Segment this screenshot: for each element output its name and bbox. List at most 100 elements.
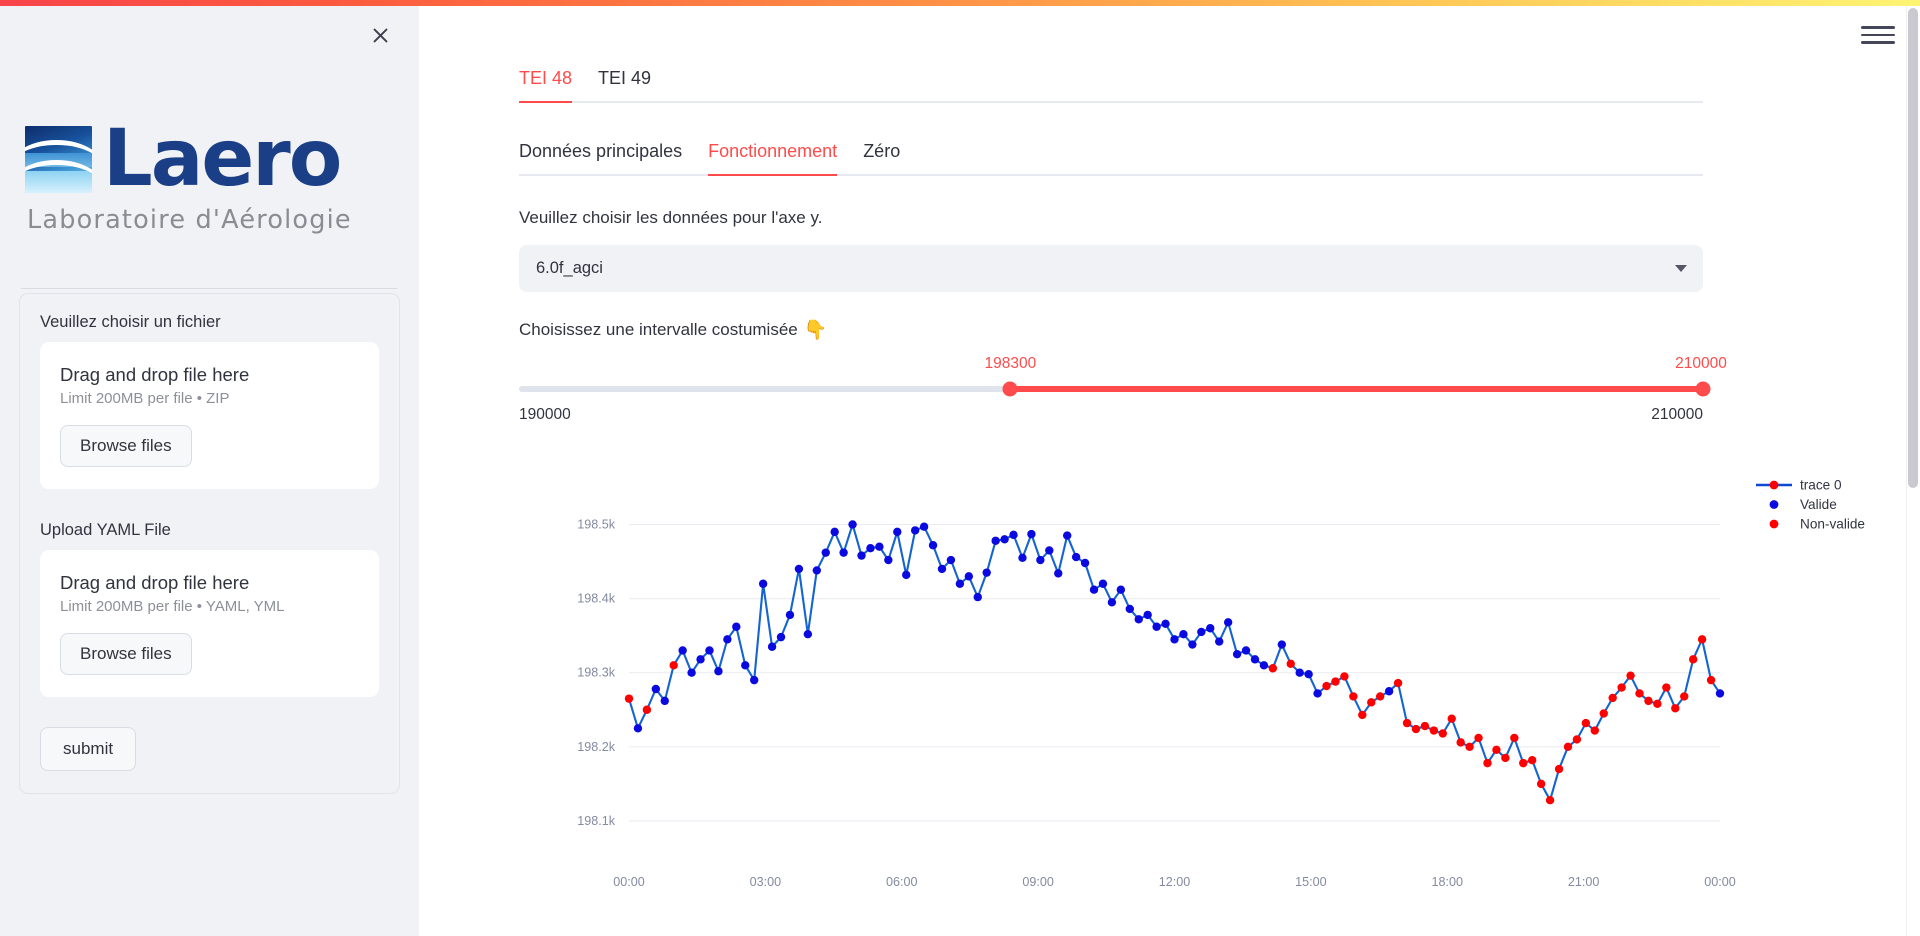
chart-point-valide[interactable] [1170,635,1179,644]
chart-point-valide[interactable] [946,555,956,565]
chart-point-valide[interactable] [1188,640,1197,649]
section-tab-0[interactable]: Données principales [519,141,682,174]
chart-point-non-valide[interactable] [1340,672,1349,681]
chart-point-valide[interactable] [714,667,723,676]
chart-point-valide[interactable] [910,526,920,535]
zip-dropzone[interactable]: Drag and drop file here Limit 200MB per … [40,342,379,489]
chart-point-valide[interactable] [830,527,839,537]
chart-point-valide[interactable] [1134,615,1143,624]
chart-point-valide[interactable] [732,622,741,631]
chart-point-non-valide[interactable] [1367,698,1376,707]
chart-point-non-valide[interactable] [1501,753,1510,763]
chart-point-valide[interactable] [1215,637,1224,646]
chart-point-valide[interactable] [687,668,696,677]
chart-point-valide[interactable] [696,655,705,664]
chart-point-valide[interactable] [633,724,643,733]
chart-point-non-valide[interactable] [1706,675,1716,685]
chart-point-valide[interactable] [785,610,795,620]
chart-point-non-valide[interactable] [1554,764,1564,774]
page-scrollbar-thumb[interactable] [1908,8,1918,488]
chart-point-valide[interactable] [955,579,965,588]
chart-point-non-valide[interactable] [1465,742,1474,752]
chart-point-valide[interactable] [937,564,947,574]
chart-point-non-valide[interactable] [1644,696,1653,706]
chart-point-valide[interactable] [723,635,732,644]
chart-point-non-valide[interactable] [1688,655,1698,664]
chart-point-valide[interactable] [1304,669,1313,679]
chart-point-non-valide[interactable] [1697,635,1707,644]
interval-range-slider[interactable]: 198300 210000 190000 210000 [519,355,1727,426]
chart-point-non-valide[interactable] [1411,724,1421,734]
chart-point-valide[interactable] [973,592,982,602]
chart-point-valide[interactable] [1018,553,1027,563]
chart-point-valide[interactable] [893,527,902,537]
hamburger-menu-icon[interactable] [1861,20,1895,50]
chart-point-non-valide[interactable] [1438,729,1447,738]
instrument-tab-0[interactable]: TEI 48 [519,68,572,101]
section-tab-2[interactable]: Zéro [863,141,900,174]
chart-point-valide[interactable] [1080,558,1090,568]
chart-point-valide[interactable] [1384,687,1394,696]
chart-point-valide[interactable] [1000,535,1009,544]
chart-point-valide[interactable] [928,541,938,550]
legend-label[interactable]: trace 0 [1800,478,1842,493]
chart-point-non-valide[interactable] [1331,677,1340,686]
chart-point-valide[interactable] [758,579,768,588]
chart-point-non-valide[interactable] [1572,735,1582,744]
chart-point-valide[interactable] [1206,624,1215,633]
submit-button[interactable]: submit [40,727,137,771]
chart-point-valide[interactable] [866,543,875,553]
chart-point-non-valide[interactable] [1286,659,1295,669]
chart-point-valide[interactable] [812,566,821,575]
chart-point-valide[interactable] [1116,585,1126,594]
chart-point-non-valide[interactable] [1375,692,1385,701]
chart-point-non-valide[interactable] [1662,683,1671,692]
chart-point-non-valide[interactable] [1519,758,1528,768]
chart-point-valide[interactable] [1027,529,1036,539]
chart-point-valide[interactable] [1715,689,1725,698]
zip-browse-files-button[interactable]: Browse files [60,425,192,467]
chart-point-non-valide[interactable] [1393,678,1403,688]
chart-point-non-valide[interactable] [1680,692,1689,701]
chart-point-non-valide[interactable] [1536,779,1546,789]
chart-point-valide[interactable] [1223,618,1233,627]
chart-point-non-valide[interactable] [1492,745,1501,754]
chart-point-valide[interactable] [1125,604,1134,614]
instrument-tab-1[interactable]: TEI 49 [598,68,651,101]
chart-point-valide[interactable] [1062,531,1072,540]
chart-point-valide[interactable] [1071,552,1081,562]
chart-point-valide[interactable] [1045,546,1054,555]
chart-point-valide[interactable] [1259,661,1269,670]
chart-point-valide[interactable] [705,646,714,655]
chart-point-valide[interactable] [1152,622,1161,631]
chart-point-valide[interactable] [1197,627,1206,637]
chart-point-non-valide[interactable] [642,705,652,714]
chart-point-non-valide[interactable] [1626,671,1635,680]
chart-point-non-valide[interactable] [1447,714,1456,723]
page-scrollbar[interactable] [1906,0,1920,936]
chart-point-valide[interactable] [839,548,848,557]
chart-point-valide[interactable] [902,570,911,580]
y-axis-select[interactable]: 6.0f_agci [519,245,1703,292]
legend-label[interactable]: Non-valide [1800,517,1865,532]
chart-point-valide[interactable] [741,661,750,670]
chart-point-valide[interactable] [884,555,893,565]
chart-point-valide[interactable] [1161,619,1170,628]
chart-point-non-valide[interactable] [1653,699,1662,709]
chart-point-valide[interactable] [1054,569,1063,578]
chart-point-non-valide[interactable] [1268,664,1278,673]
chart-point-valide[interactable] [767,642,777,651]
yaml-dropzone[interactable]: Drag and drop file here Limit 200MB per … [40,550,379,697]
chart-point-non-valide[interactable] [1581,718,1591,728]
section-tab-1[interactable]: Fonctionnement [708,141,837,174]
chart-point-non-valide[interactable] [1635,689,1644,698]
chart-point-valide[interactable] [1232,649,1242,659]
slider-track[interactable] [519,381,1711,397]
chart-point-non-valide[interactable] [1510,733,1519,743]
chart-point-non-valide[interactable] [1617,683,1626,692]
chart-point-valide[interactable] [919,522,929,531]
chart-point-valide[interactable] [660,696,669,706]
slider-handle-high[interactable] [1695,381,1711,397]
chart-point-valide[interactable] [964,572,974,581]
chart-point-valide[interactable] [803,629,813,639]
